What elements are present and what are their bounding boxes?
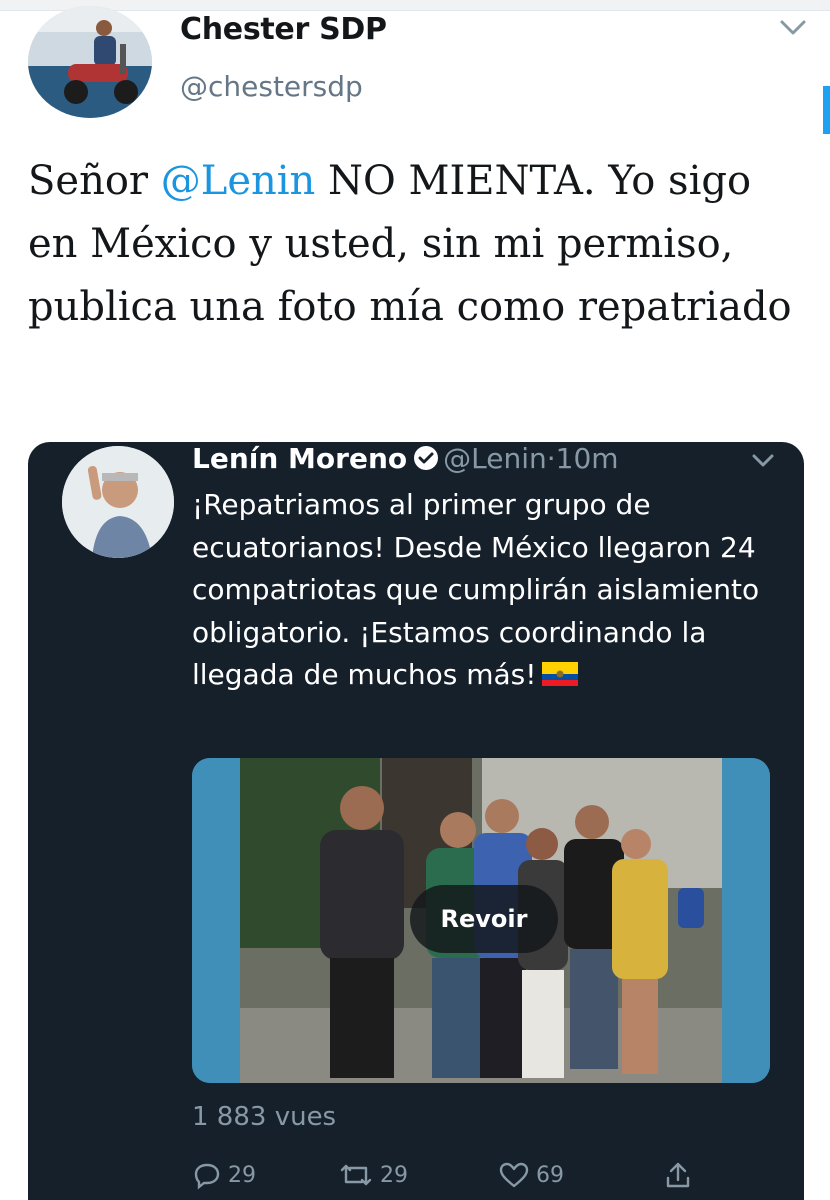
action-bar: 29 29 69 — [192, 1160, 692, 1200]
retweet-button[interactable]: 29 — [338, 1160, 408, 1190]
quoted-avatar[interactable] — [62, 446, 174, 558]
share-button[interactable] — [664, 1160, 698, 1190]
separator-dot: · — [546, 442, 556, 475]
media-photo[interactable]: Revoir — [192, 758, 770, 1083]
retweet-icon — [340, 1164, 372, 1186]
mention-link[interactable]: @Lenin — [161, 158, 316, 204]
revoir-button[interactable]: Revoir — [410, 885, 558, 953]
reply-button[interactable]: 29 — [192, 1160, 256, 1190]
ecuador-flag-icon — [542, 656, 579, 686]
man-waving-avatar-icon — [62, 446, 174, 558]
view-count: 1 883 vues — [192, 1102, 337, 1132]
tweet-text-part: Señor — [28, 158, 161, 204]
reply-count: 29 — [228, 1162, 256, 1188]
author-handle[interactable]: @chestersdp — [180, 70, 363, 103]
quoted-author-name[interactable]: Lenín Moreno — [192, 442, 407, 475]
quoted-handle[interactable]: @Lenin — [443, 442, 547, 475]
tweet-text: Señor @Lenin NO MIENTA. Yo sigo en Méxic… — [28, 150, 808, 339]
top-divider — [0, 0, 830, 11]
chevron-down-icon[interactable] — [776, 14, 810, 42]
person-on-scooter-avatar-icon — [28, 6, 152, 118]
quoted-text-body: ¡Repatriamos al primer grupo de ecuatori… — [192, 488, 760, 691]
timestamp[interactable]: 10m — [556, 442, 619, 475]
quoted-tweet[interactable]: Lenín Moreno @Lenin·10m ¡Repatriamos al p… — [28, 442, 804, 1200]
reply-icon — [194, 1163, 220, 1190]
like-button[interactable]: 69 — [498, 1160, 564, 1190]
author-name[interactable]: Chester SDP — [180, 12, 387, 47]
quoted-header: Lenín Moreno @Lenin·10m — [192, 442, 619, 478]
like-count: 69 — [536, 1162, 564, 1188]
retweet-count: 29 — [380, 1162, 408, 1188]
heart-icon — [499, 1162, 529, 1188]
verified-badge-icon — [413, 445, 439, 478]
avatar[interactable] — [28, 6, 152, 118]
scrollbar[interactable] — [823, 86, 830, 134]
share-icon — [666, 1162, 690, 1188]
quoted-tweet-text: ¡Repatriamos al primer grupo de ecuatori… — [192, 484, 772, 697]
chevron-down-icon[interactable] — [746, 450, 780, 474]
